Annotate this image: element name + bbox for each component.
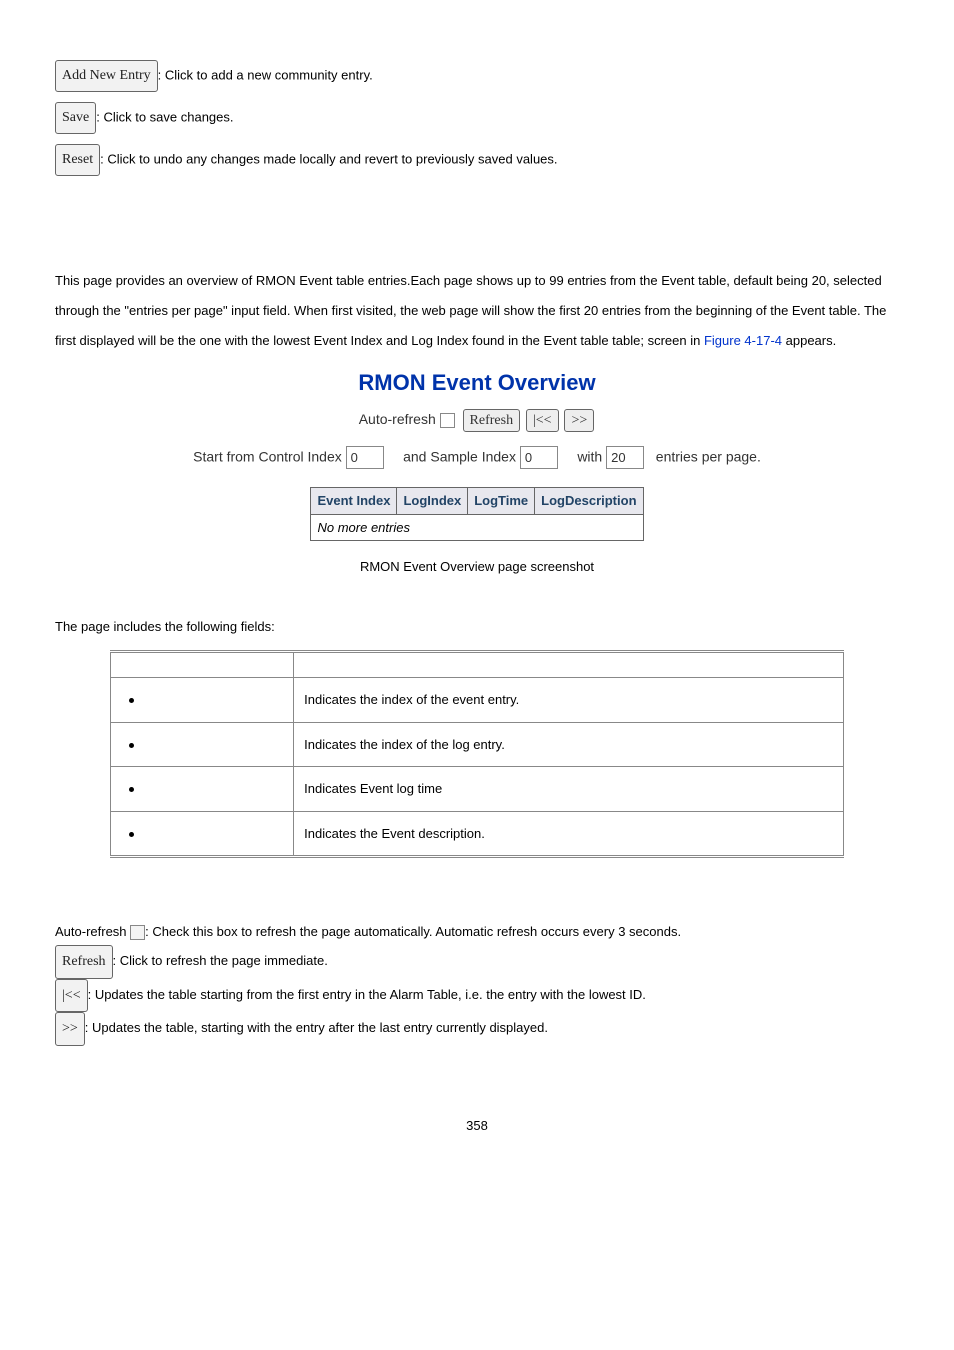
th-event-index: Event Index — [311, 488, 397, 515]
bullet-icon — [129, 743, 134, 748]
fields-intro: The page includes the following fields: — [55, 617, 899, 637]
th-description — [294, 652, 844, 678]
next-page-button-img[interactable]: >> — [55, 1012, 85, 1045]
screenshot-caption: RMON Event Overview page screenshot — [55, 557, 899, 577]
reset-desc: : Click to undo any changes made locally… — [100, 151, 557, 166]
refresh-button-img[interactable]: Refresh — [55, 945, 113, 978]
screenshot-panel: RMON Event Overview Auto-refresh Refresh… — [55, 366, 899, 542]
desc-event-index: Indicates the index of the event entry. — [294, 678, 844, 723]
screenshot-title: RMON Event Overview — [55, 366, 899, 399]
auto-refresh-checkbox[interactable] — [440, 413, 455, 428]
th-event-index-label: Event Index — [317, 493, 390, 508]
table-row: Indicates the index of the log entry. — [110, 722, 843, 767]
table-row: Indicates Event log time — [110, 767, 843, 812]
next-desc: : Updates the table, starting with the e… — [85, 1020, 548, 1035]
bullet-icon — [129, 787, 134, 792]
checkbox-icon — [130, 925, 145, 940]
auto-refresh-label: Auto-refresh — [359, 411, 436, 427]
auto-refresh-text: Auto-refresh — [55, 924, 130, 939]
th-log-time: LogTime — [468, 488, 535, 515]
sample-index-label: and Sample Index — [403, 448, 516, 464]
th-log-description: LogDescription — [535, 488, 643, 515]
bullet-icon — [129, 832, 134, 837]
overview-paragraph: This page provides an overview of RMON E… — [55, 266, 899, 356]
add-new-entry-button[interactable]: Add New Entry — [55, 60, 158, 92]
entries-label: entries per page. — [656, 448, 761, 464]
first-page-button-img[interactable]: |<< — [55, 979, 88, 1012]
with-label: with — [577, 448, 602, 464]
save-desc: : Click to save changes. — [96, 109, 233, 124]
refresh-button[interactable]: Refresh — [463, 409, 521, 432]
figure-link[interactable]: Figure 4-17-4 — [704, 333, 782, 348]
control-index-label: Start from Control Index — [193, 448, 342, 464]
desc-log-time: Indicates Event log time — [294, 767, 844, 812]
para-b: appears. — [782, 333, 836, 348]
fields-table: Indicates the index of the event entry. … — [110, 650, 844, 858]
reset-button[interactable]: Reset — [55, 144, 100, 176]
sample-index-input[interactable]: 0 — [520, 446, 558, 470]
first-desc: : Updates the table starting from the fi… — [88, 987, 646, 1002]
no-entries-cell: No more entries — [311, 514, 643, 541]
bullet-icon — [129, 698, 134, 703]
page-number: 358 — [55, 1116, 899, 1136]
rmon-event-table: Event Index LogIndex LogTime LogDescript… — [310, 487, 643, 541]
next-page-button[interactable]: >> — [564, 409, 594, 432]
table-row: Indicates the index of the event entry. — [110, 678, 843, 723]
auto-refresh-desc: : Check this box to refresh the page aut… — [145, 924, 681, 939]
add-desc: : Click to add a new community entry. — [158, 67, 373, 82]
desc-log-description: Indicates the Event description. — [294, 811, 844, 857]
first-page-button[interactable]: |<< — [526, 409, 559, 432]
entries-per-page-input[interactable]: 20 — [606, 446, 644, 470]
th-log-index: LogIndex — [397, 488, 468, 515]
table-row: Indicates the Event description. — [110, 811, 843, 857]
desc-log-index: Indicates the index of the log entry. — [294, 722, 844, 767]
save-button[interactable]: Save — [55, 102, 96, 134]
refresh-desc: : Click to refresh the page immediate. — [113, 954, 328, 969]
th-object — [110, 652, 293, 678]
control-index-input[interactable]: 0 — [346, 446, 384, 470]
